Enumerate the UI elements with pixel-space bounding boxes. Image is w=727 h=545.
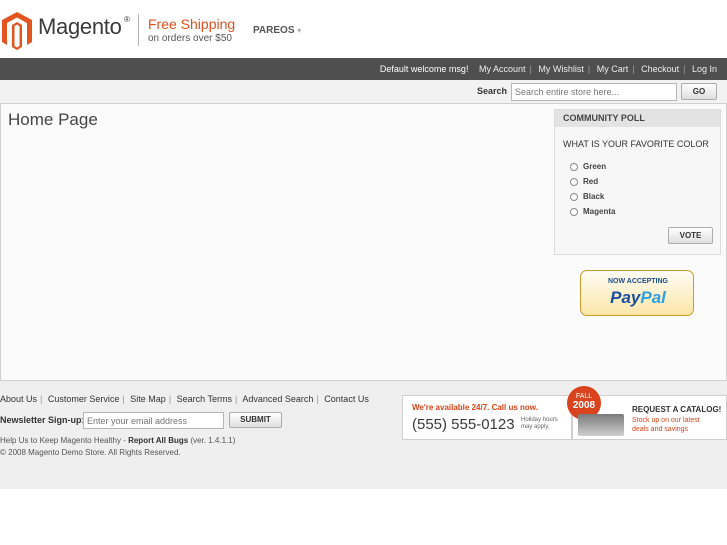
poll-option-black[interactable]: Black <box>570 192 604 201</box>
search-terms-link[interactable]: Search Terms <box>177 394 232 404</box>
top-links-bar: Default welcome msg! My Account | My Wish… <box>0 58 727 80</box>
copyright: © 2008 Magento Demo Store. All Rights Re… <box>0 448 181 457</box>
search-label: Search <box>477 86 508 96</box>
free-shipping-title: Free Shipping <box>148 16 236 32</box>
radio-icon[interactable] <box>570 207 578 216</box>
version-text: (ver. 1.4.1.1) <box>190 436 236 445</box>
poll-option-label: Black <box>583 192 605 201</box>
logo-text[interactable]: Magento <box>38 14 122 40</box>
available-text: We're available 24/7. Call us now. <box>412 403 538 412</box>
newsletter-email-input[interactable] <box>83 412 224 429</box>
chevron-down-icon: ▾ <box>297 26 302 35</box>
poll-option-red[interactable]: Red <box>570 177 598 186</box>
fall-year: 2008 <box>572 400 596 411</box>
catalog-image-icon <box>578 414 624 436</box>
main-content: Home Page COMMUNITY POLL WHAT IS YOUR FA… <box>0 104 727 381</box>
newsletter-submit-button[interactable]: SUBMIT <box>229 412 282 428</box>
store-switcher[interactable]: PAREOS ▾ <box>253 25 301 36</box>
paypal-pal: Pal <box>640 288 666 307</box>
report-bugs-link[interactable]: Report All Bugs <box>128 436 188 445</box>
my-cart-link[interactable]: My Cart <box>597 64 629 74</box>
holiday-line-2: may apply. <box>521 424 550 430</box>
page-bottom <box>0 489 727 545</box>
poll-option-green[interactable]: Green <box>570 162 606 171</box>
free-shipping-subtitle: on orders over $50 <box>148 33 232 44</box>
poll-question: WHAT IS YOUR FAVORITE COLOR <box>563 139 709 149</box>
magento-logo-icon[interactable] <box>0 10 34 50</box>
poll-option-label: Red <box>583 177 599 186</box>
stock-up-text: Stock up on our latest deals and savings <box>632 416 700 434</box>
search-bar: Search GO <box>0 80 727 104</box>
stock-line-2: deals and savings <box>632 426 689 433</box>
link-separator: | <box>529 64 532 74</box>
advanced-search-link[interactable]: Advanced Search <box>242 394 313 404</box>
top-links: Default welcome msg! My Account | My Wish… <box>380 64 717 74</box>
vote-button[interactable]: VOTE <box>668 227 713 244</box>
poll-option-magenta[interactable]: Magenta <box>570 207 615 216</box>
newsletter-label: Newsletter Sign-up: <box>0 415 85 425</box>
holiday-note: Holiday hours may apply. <box>521 417 558 431</box>
holiday-line-1: Holiday hours <box>521 417 558 423</box>
my-account-link[interactable]: My Account <box>479 64 526 74</box>
store-switcher-label: PAREOS <box>253 25 295 36</box>
catalog-banner[interactable]: FALL 2008 REQUEST A CATALOG! Stock up on… <box>567 386 727 440</box>
help-line: Help Us to Keep Magento Healthy - Report… <box>0 436 235 445</box>
link-separator: | <box>40 394 43 404</box>
link-separator: | <box>122 394 125 404</box>
help-text: Help Us to Keep Magento Healthy - <box>0 436 129 445</box>
my-wishlist-link[interactable]: My Wishlist <box>538 64 584 74</box>
link-separator: | <box>235 394 238 404</box>
site-map-link[interactable]: Site Map <box>130 394 166 404</box>
footer: About Us | Customer Service | Site Map | Se… <box>0 381 727 489</box>
header: Magento ® Free Shipping on orders over $… <box>0 0 727 58</box>
log-in-link[interactable]: Log In <box>692 64 717 74</box>
customer-service-link[interactable]: Customer Service <box>48 394 120 404</box>
about-us-link[interactable]: About Us <box>0 394 37 404</box>
footer-links: About Us | Customer Service | Site Map | Se… <box>0 394 369 404</box>
call-us-banner[interactable]: We're available 24/7. Call us now. (555)… <box>402 395 572 440</box>
search-go-button[interactable]: GO <box>681 83 717 100</box>
radio-icon[interactable] <box>570 192 578 201</box>
request-catalog-text: REQUEST A CATALOG! <box>632 405 722 414</box>
checkout-link[interactable]: Checkout <box>641 64 679 74</box>
poll-option-label: Green <box>583 162 607 171</box>
stock-line-1: Stock up on our latest <box>632 417 700 424</box>
search-input[interactable] <box>511 83 677 101</box>
radio-icon[interactable] <box>570 162 578 171</box>
link-separator: | <box>683 64 686 74</box>
poll-option-label: Magenta <box>583 207 616 216</box>
welcome-message: Default welcome msg! <box>379 64 469 74</box>
radio-icon[interactable] <box>570 177 578 186</box>
paypal-banner[interactable]: NOW ACCEPTING PayPal <box>580 270 694 316</box>
paypal-now-accepting: NOW ACCEPTING <box>607 278 669 285</box>
paypal-logo: PayPal <box>581 288 695 308</box>
logo-divider <box>138 14 139 46</box>
community-poll: COMMUNITY POLL WHAT IS YOUR FAVORITE COL… <box>554 109 721 255</box>
contact-us-link[interactable]: Contact Us <box>324 394 369 404</box>
poll-heading: COMMUNITY POLL <box>555 110 720 127</box>
link-separator: | <box>632 64 635 74</box>
link-separator: | <box>316 394 319 404</box>
link-separator: | <box>587 64 591 74</box>
page-title: Home Page <box>8 110 98 129</box>
logo-registered-mark: ® <box>124 15 130 24</box>
paypal-pay: Pay <box>610 288 641 307</box>
phone-number: (555) 555-0123 <box>412 416 515 433</box>
link-separator: | <box>168 394 172 404</box>
